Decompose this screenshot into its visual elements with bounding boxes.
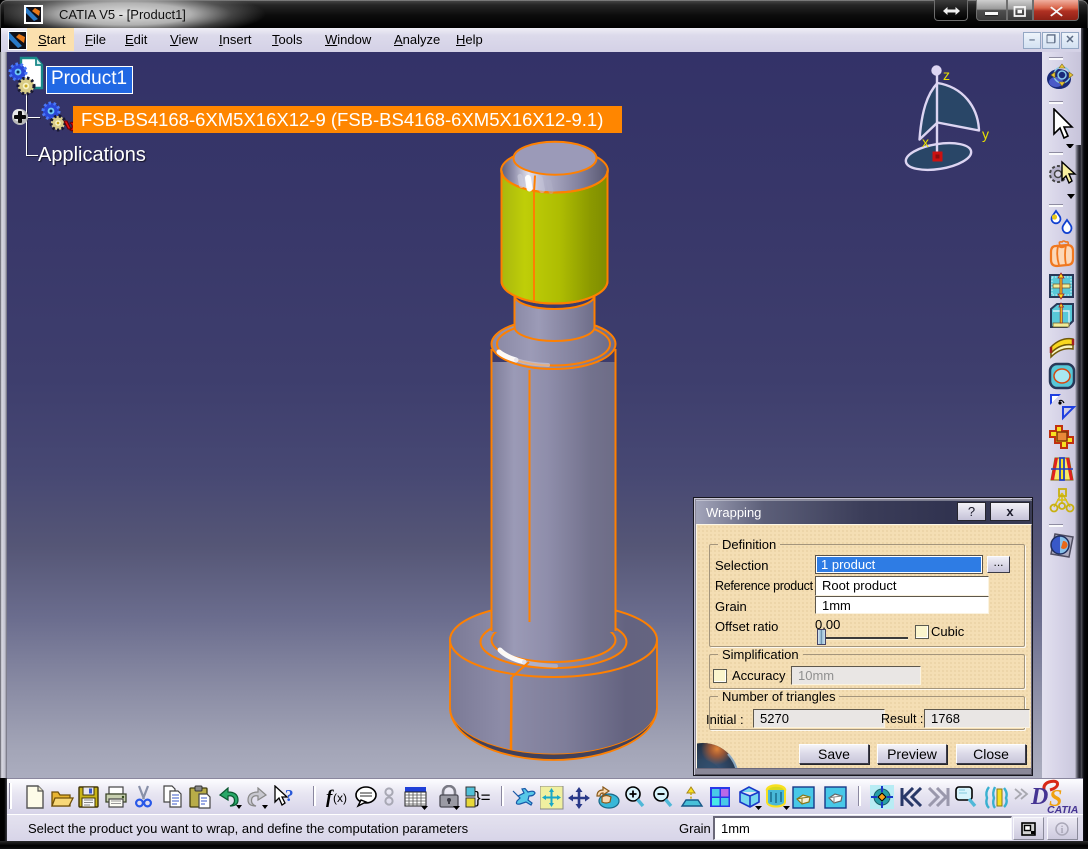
svg-text:x: x bbox=[922, 134, 929, 150]
svg-text:(x): (x) bbox=[333, 791, 347, 805]
svg-text:i: i bbox=[1061, 825, 1064, 836]
svg-text:?: ? bbox=[285, 786, 294, 805]
svg-text:y: y bbox=[982, 126, 989, 142]
svg-text:}=: }= bbox=[475, 788, 490, 807]
svg-text:D: D bbox=[1030, 784, 1048, 810]
svg-text:z: z bbox=[943, 67, 950, 83]
